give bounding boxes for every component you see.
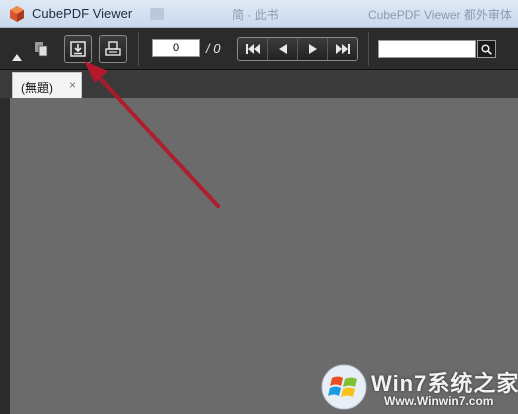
search-button[interactable] (477, 40, 496, 58)
toolbar: / 0 (0, 28, 518, 70)
windows-logo-watermark (321, 364, 367, 410)
print-icon (105, 41, 121, 56)
tab-label: (無題) (21, 81, 53, 95)
page-number-input[interactable] (152, 39, 200, 57)
search-input[interactable] (378, 40, 476, 58)
open-file-icon (70, 41, 86, 57)
app-logo-icon (10, 6, 24, 22)
next-page-icon (308, 44, 317, 54)
last-page-button[interactable] (328, 38, 357, 60)
first-page-icon (245, 44, 260, 54)
window-title: CubePDF Viewer (32, 6, 133, 21)
page-total-label: / 0 (206, 41, 221, 56)
page-navigation-group (237, 37, 358, 61)
previous-page-icon (278, 44, 287, 54)
toolbar-divider (138, 32, 139, 66)
search-icon (481, 43, 492, 55)
background-window-title: 简 · 此书 (232, 8, 279, 22)
collapse-triangle-icon[interactable] (12, 54, 22, 61)
tab-untitled[interactable]: (無題) × (12, 72, 82, 98)
print-button[interactable] (99, 35, 127, 63)
background-window-block (150, 8, 164, 20)
first-page-button[interactable] (238, 38, 268, 60)
next-page-button[interactable] (298, 38, 328, 60)
pages-button[interactable] (28, 35, 56, 63)
close-icon[interactable]: × (69, 78, 76, 92)
watermark-url: Www.Winwin7.com (384, 394, 494, 408)
open-file-button[interactable] (64, 35, 92, 63)
pages-icon (35, 42, 48, 57)
last-page-icon (335, 44, 350, 54)
document-tab-strip: (無題) × (0, 70, 518, 98)
toolbar-divider (368, 32, 369, 66)
left-rail (0, 98, 10, 414)
title-bar: CubePDF Viewer 简 · 此书 CubePDF Viewer 都外审… (0, 0, 518, 28)
background-window-title: CubePDF Viewer 都外审体 (368, 8, 512, 22)
previous-page-button[interactable] (268, 38, 298, 60)
